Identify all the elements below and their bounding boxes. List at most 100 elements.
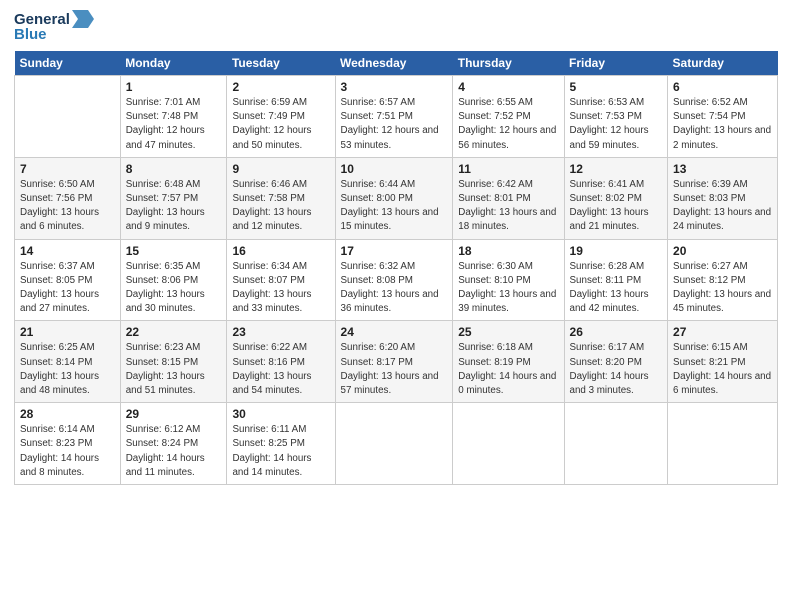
day-number: 3 xyxy=(341,80,448,94)
calendar-cell: 6 Sunrise: 6:52 AMSunset: 7:54 PMDaylight… xyxy=(668,76,778,158)
calendar-cell: 27 Sunrise: 6:15 AMSunset: 8:21 PMDayligh… xyxy=(668,321,778,403)
day-info: Sunrise: 6:50 AMSunset: 7:56 PMDaylight:… xyxy=(20,178,115,235)
calendar-cell: 18Sunrise: 6:30 AMSunset: 8:10 PMDayligh… xyxy=(453,239,564,321)
day-info: Sunrise: 6:23 AMSunset: 8:15 PMDaylight:… xyxy=(126,341,222,398)
weekday-header-monday: Monday xyxy=(120,51,227,76)
day-number: 4 xyxy=(458,80,558,94)
calendar-table: SundayMondayTuesdayWednesdayThursdayFrid… xyxy=(14,51,778,485)
day-info: Sunrise: 6:34 AMSunset: 8:07 PMDaylight:… xyxy=(232,260,329,317)
day-info: Sunrise: 6:14 AMSunset: 8:23 PMDaylight:… xyxy=(20,423,115,480)
calendar-cell: 30Sunrise: 6:11 AMSunset: 8:25 PMDayligh… xyxy=(227,403,335,485)
day-info: Sunrise: 6:28 AMSunset: 8:11 PMDaylight:… xyxy=(570,260,663,317)
day-info: Sunrise: 6:55 AMSunset: 7:52 PMDaylight:… xyxy=(458,96,558,153)
day-number: 13 xyxy=(673,162,772,176)
day-number: 12 xyxy=(570,162,663,176)
day-number: 25 xyxy=(458,325,558,339)
logo-text-block: General Blue xyxy=(14,10,94,43)
weekday-header-wednesday: Wednesday xyxy=(335,51,453,76)
logo: General Blue xyxy=(14,10,94,43)
calendar-cell: 10Sunrise: 6:44 AMSunset: 8:00 PMDayligh… xyxy=(335,157,453,239)
weekday-header-friday: Friday xyxy=(564,51,668,76)
logo-arrow-icon xyxy=(72,10,94,28)
day-number: 16 xyxy=(232,244,329,258)
day-number: 8 xyxy=(126,162,222,176)
day-number: 15 xyxy=(126,244,222,258)
calendar-cell: 25 Sunrise: 6:18 AMSunset: 8:19 PMDayligh… xyxy=(453,321,564,403)
day-info: Sunrise: 6:32 AMSunset: 8:08 PMDaylight:… xyxy=(341,260,448,317)
day-number: 27 xyxy=(673,325,772,339)
day-info: Sunrise: 6:53 AMSunset: 7:53 PMDaylight:… xyxy=(570,96,663,153)
day-info: Sunrise: 6:42 AMSunset: 8:01 PMDaylight:… xyxy=(458,178,558,235)
day-info: Sunrise: 6:17 AMSunset: 8:20 PMDaylight:… xyxy=(570,341,663,398)
day-number: 21 xyxy=(20,325,115,339)
page-container: General Blue SundayMondayTuesdayWednesda… xyxy=(0,0,792,495)
day-info: Sunrise: 6:35 AMSunset: 8:06 PMDaylight:… xyxy=(126,260,222,317)
day-number: 6 xyxy=(673,80,772,94)
calendar-cell: 28 Sunrise: 6:14 AMSunset: 8:23 PMDayligh… xyxy=(15,403,121,485)
calendar-cell xyxy=(335,403,453,485)
day-number: 26 xyxy=(570,325,663,339)
calendar-cell: 17 Sunrise: 6:32 AMSunset: 8:08 PMDayligh… xyxy=(335,239,453,321)
calendar-cell: 16 Sunrise: 6:34 AMSunset: 8:07 PMDayligh… xyxy=(227,239,335,321)
calendar-cell: 13Sunrise: 6:39 AMSunset: 8:03 PMDayligh… xyxy=(668,157,778,239)
day-number: 14 xyxy=(20,244,115,258)
weekday-header-sunday: Sunday xyxy=(15,51,121,76)
calendar-week-row: 21 Sunrise: 6:25 AMSunset: 8:14 PMDayligh… xyxy=(15,321,778,403)
day-info: Sunrise: 6:25 AMSunset: 8:14 PMDaylight:… xyxy=(20,341,115,398)
calendar-cell: 23Sunrise: 6:22 AMSunset: 8:16 PMDayligh… xyxy=(227,321,335,403)
calendar-cell: 14 Sunrise: 6:37 AMSunset: 8:05 PMDayligh… xyxy=(15,239,121,321)
day-number: 28 xyxy=(20,407,115,421)
calendar-week-row: 28 Sunrise: 6:14 AMSunset: 8:23 PMDayligh… xyxy=(15,403,778,485)
day-info: Sunrise: 6:18 AMSunset: 8:19 PMDaylight:… xyxy=(458,341,558,398)
day-info: Sunrise: 6:48 AMSunset: 7:57 PMDaylight:… xyxy=(126,178,222,235)
calendar-cell: 11 Sunrise: 6:42 AMSunset: 8:01 PMDayligh… xyxy=(453,157,564,239)
calendar-cell: 5 Sunrise: 6:53 AMSunset: 7:53 PMDaylight… xyxy=(564,76,668,158)
calendar-cell: 8 Sunrise: 6:48 AMSunset: 7:57 PMDaylight… xyxy=(120,157,227,239)
day-number: 9 xyxy=(232,162,329,176)
day-info: Sunrise: 6:20 AMSunset: 8:17 PMDaylight:… xyxy=(341,341,448,398)
day-number: 18 xyxy=(458,244,558,258)
calendar-cell: 7Sunrise: 6:50 AMSunset: 7:56 PMDaylight… xyxy=(15,157,121,239)
calendar-week-row: 1 Sunrise: 7:01 AMSunset: 7:48 PMDaylight… xyxy=(15,76,778,158)
day-info: Sunrise: 6:27 AMSunset: 8:12 PMDaylight:… xyxy=(673,260,772,317)
calendar-cell: 1 Sunrise: 7:01 AMSunset: 7:48 PMDaylight… xyxy=(120,76,227,158)
logo-general: General xyxy=(14,11,70,28)
weekday-header-tuesday: Tuesday xyxy=(227,51,335,76)
day-number: 19 xyxy=(570,244,663,258)
header: General Blue xyxy=(14,10,778,43)
calendar-cell: 9 Sunrise: 6:46 AMSunset: 7:58 PMDaylight… xyxy=(227,157,335,239)
calendar-cell: 20 Sunrise: 6:27 AMSunset: 8:12 PMDayligh… xyxy=(668,239,778,321)
day-number: 24 xyxy=(341,325,448,339)
calendar-cell: 12Sunrise: 6:41 AMSunset: 8:02 PMDayligh… xyxy=(564,157,668,239)
calendar-cell: 2 Sunrise: 6:59 AMSunset: 7:49 PMDaylight… xyxy=(227,76,335,158)
day-info: Sunrise: 6:46 AMSunset: 7:58 PMDaylight:… xyxy=(232,178,329,235)
day-info: Sunrise: 7:01 AMSunset: 7:48 PMDaylight:… xyxy=(126,96,222,153)
day-info: Sunrise: 6:12 AMSunset: 8:24 PMDaylight:… xyxy=(126,423,222,480)
day-info: Sunrise: 6:22 AMSunset: 8:16 PMDaylight:… xyxy=(232,341,329,398)
logo-blue: Blue xyxy=(14,26,47,43)
day-info: Sunrise: 6:37 AMSunset: 8:05 PMDaylight:… xyxy=(20,260,115,317)
calendar-cell: 15 Sunrise: 6:35 AMSunset: 8:06 PMDayligh… xyxy=(120,239,227,321)
day-info: Sunrise: 6:52 AMSunset: 7:54 PMDaylight:… xyxy=(673,96,772,153)
weekday-header-saturday: Saturday xyxy=(668,51,778,76)
day-number: 17 xyxy=(341,244,448,258)
day-number: 10 xyxy=(341,162,448,176)
day-number: 5 xyxy=(570,80,663,94)
calendar-cell: 24 Sunrise: 6:20 AMSunset: 8:17 PMDayligh… xyxy=(335,321,453,403)
day-info: Sunrise: 6:59 AMSunset: 7:49 PMDaylight:… xyxy=(232,96,329,153)
calendar-cell: 21 Sunrise: 6:25 AMSunset: 8:14 PMDayligh… xyxy=(15,321,121,403)
day-number: 20 xyxy=(673,244,772,258)
calendar-cell xyxy=(15,76,121,158)
day-number: 29 xyxy=(126,407,222,421)
day-number: 1 xyxy=(126,80,222,94)
day-number: 22 xyxy=(126,325,222,339)
day-number: 11 xyxy=(458,162,558,176)
calendar-cell: 26 Sunrise: 6:17 AMSunset: 8:20 PMDayligh… xyxy=(564,321,668,403)
day-number: 2 xyxy=(232,80,329,94)
calendar-cell: 4 Sunrise: 6:55 AMSunset: 7:52 PMDaylight… xyxy=(453,76,564,158)
calendar-week-row: 7Sunrise: 6:50 AMSunset: 7:56 PMDaylight… xyxy=(15,157,778,239)
day-info: Sunrise: 6:57 AMSunset: 7:51 PMDaylight:… xyxy=(341,96,448,153)
calendar-cell xyxy=(564,403,668,485)
day-info: Sunrise: 6:15 AMSunset: 8:21 PMDaylight:… xyxy=(673,341,772,398)
calendar-cell: 19 Sunrise: 6:28 AMSunset: 8:11 PMDayligh… xyxy=(564,239,668,321)
